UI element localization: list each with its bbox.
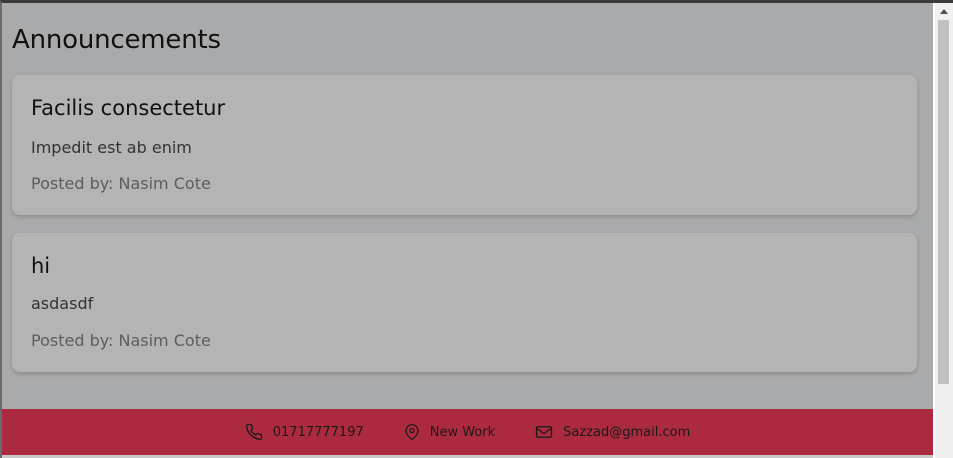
page-title: Announcements [12,25,221,55]
announcement-description: Impedit est ab enim [31,138,192,157]
footer-email-text: Sazzad@gmail.com [563,424,691,440]
phone-icon [245,423,263,441]
footer-email[interactable]: Sazzad@gmail.com [535,424,690,440]
announcement-card: Facilis consectetur Impedit est ab enim … [12,75,917,215]
announcement-title: hi [31,254,51,278]
announcement-description: asdasdf [31,294,94,313]
mail-icon [535,424,553,440]
announcement-author: Posted by: Nasim Cote [31,331,211,350]
footer-phone-text: 01717777197 [272,424,364,440]
location-pin-icon [404,423,420,441]
announcement-title: Facilis consectetur [31,96,226,120]
scroll-up-arrow-icon[interactable] [935,3,953,20]
scrollbar-thumb[interactable] [938,20,949,384]
footer: 01717777197 New Work Sazzad@gmail.com [2,409,933,455]
announcement-card: hi asdasdf Posted by: Nasim Cote [12,233,917,372]
announcement-author: Posted by: Nasim Cote [31,174,211,193]
footer-location[interactable]: New Work [404,423,495,441]
page-viewport: Announcements Facilis consectetur Impedi… [2,3,933,458]
footer-phone[interactable]: 01717777197 [245,423,364,441]
vertical-scrollbar[interactable] [935,3,953,458]
footer-location-text: New Work [429,424,496,440]
